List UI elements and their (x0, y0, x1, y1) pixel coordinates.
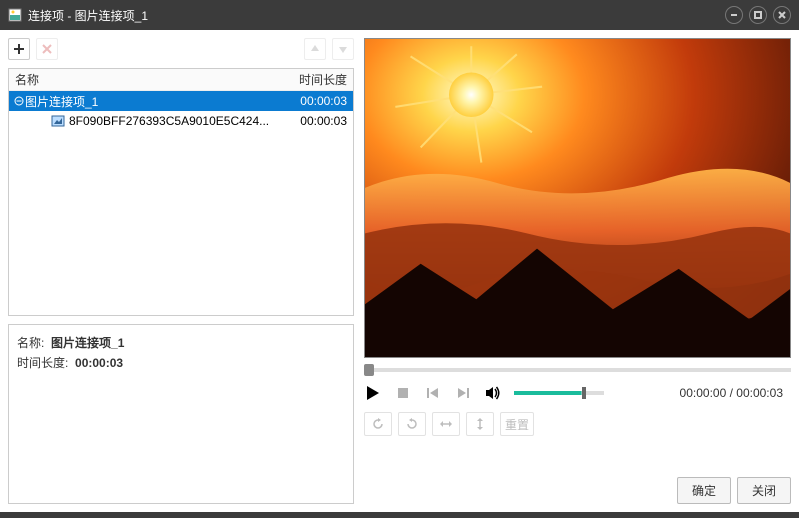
item-list: 名称 时间长度 图片连接项_1 00:00:03 8F090BFF276393C… (8, 68, 354, 316)
flip-horizontal-button[interactable] (432, 412, 460, 436)
rotate-ccw-button[interactable] (398, 412, 426, 436)
close-dialog-button[interactable]: 关闭 (737, 477, 791, 504)
move-up-button[interactable] (304, 38, 326, 60)
move-down-button[interactable] (332, 38, 354, 60)
seek-knob[interactable] (364, 364, 374, 376)
seek-track[interactable] (364, 364, 791, 376)
stop-button[interactable] (394, 384, 412, 402)
app-icon (8, 8, 22, 22)
maximize-button[interactable] (749, 6, 767, 24)
title-bar: 连接项 - 图片连接项_1 (0, 0, 799, 30)
next-button[interactable] (454, 384, 472, 402)
close-button[interactable] (773, 6, 791, 24)
ok-button[interactable]: 确定 (677, 477, 731, 504)
rotate-cw-button[interactable] (364, 412, 392, 436)
delete-button[interactable] (36, 38, 58, 60)
play-button[interactable] (364, 384, 382, 402)
volume-slider[interactable] (514, 391, 604, 395)
edit-tool-row: 重置 (364, 412, 791, 436)
flip-vertical-button[interactable] (466, 412, 494, 436)
minimize-button[interactable] (725, 6, 743, 24)
info-name-label: 名称: (17, 336, 44, 350)
add-button[interactable] (8, 38, 30, 60)
column-header-duration[interactable]: 时间长度 (283, 71, 353, 88)
image-icon (51, 114, 65, 128)
info-duration-value: 00:00:03 (75, 356, 123, 370)
item-name: 8F090BFF276393C5A9010E5C424... (69, 114, 283, 128)
preview-image (365, 39, 790, 357)
player-controls: 00:00:00 / 00:00:03 (364, 384, 791, 402)
prev-button[interactable] (424, 384, 442, 402)
collapse-icon[interactable] (13, 96, 25, 106)
column-header-name[interactable]: 名称 (9, 71, 283, 88)
time-display: 00:00:00 / 00:00:03 (680, 386, 783, 400)
list-item-child[interactable]: 8F090BFF276393C5A9010E5C424... 00:00:03 (9, 111, 353, 131)
window-title: 连接项 - 图片连接项_1 (28, 7, 725, 24)
volume-knob[interactable] (582, 387, 586, 399)
list-toolbar (8, 38, 354, 60)
preview-area (364, 38, 791, 358)
item-duration: 00:00:03 (283, 94, 353, 108)
volume-button[interactable] (484, 384, 502, 402)
item-duration: 00:00:03 (283, 114, 353, 128)
info-name-value: 图片连接项_1 (51, 336, 124, 350)
item-name: 图片连接项_1 (25, 93, 283, 110)
info-duration-label: 时间长度: (17, 356, 68, 370)
list-item-parent[interactable]: 图片连接项_1 00:00:03 (9, 91, 353, 111)
info-panel: 名称: 图片连接项_1 时间长度: 00:00:03 (8, 324, 354, 504)
reset-button[interactable]: 重置 (500, 412, 534, 436)
